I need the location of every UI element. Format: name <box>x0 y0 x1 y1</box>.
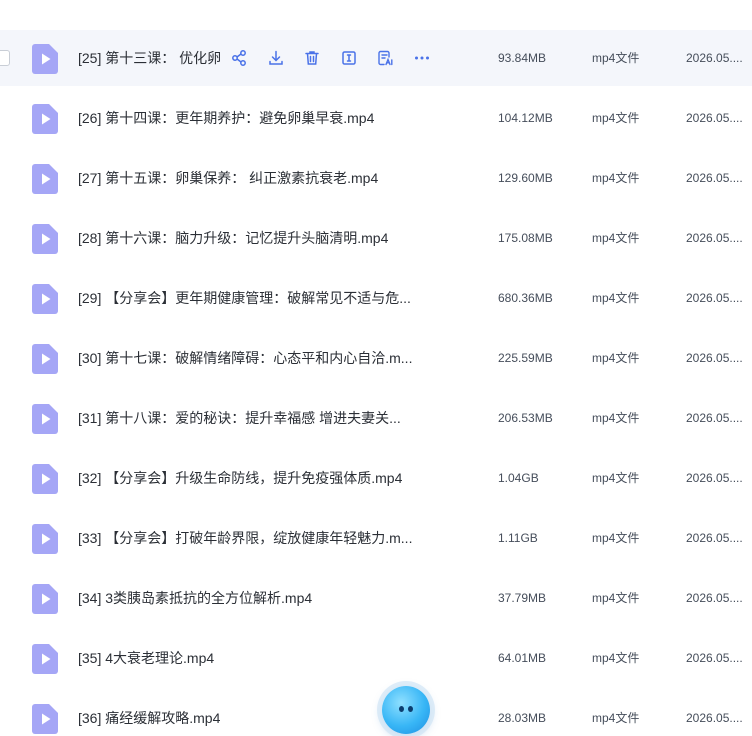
mascot-left-eye-icon <box>399 706 404 712</box>
file-type: mp4文件 <box>592 591 640 605</box>
file-type: mp4文件 <box>592 111 640 125</box>
file-row[interactable]: [25] 第十三课： 优化卵 93.84MB mp4文件 2026.05.... <box>0 30 752 86</box>
file-date: 2026.05.... <box>686 591 743 605</box>
file-row[interactable]: [29] 【分享会】更年期健康管理：破解常见不适与危... 680.36MB m… <box>0 270 752 326</box>
file-type: mp4文件 <box>592 351 640 365</box>
delete-icon[interactable] <box>303 49 321 67</box>
file-size: 37.79MB <box>498 591 547 605</box>
file-date: 2026.05.... <box>686 291 743 305</box>
file-type: mp4文件 <box>592 51 640 65</box>
video-file-icon <box>32 404 58 434</box>
file-row[interactable]: [30] 第十七课：破解情绪障碍：心态平和内心自洽.m... 225.59MB … <box>0 330 752 386</box>
file-size: 64.01MB <box>498 651 547 665</box>
row-checkbox[interactable] <box>0 50 10 66</box>
ai-summary-icon[interactable] <box>376 49 394 67</box>
file-row[interactable]: [33] 【分享会】打破年龄界限，绽放健康年轻魅力.m... 1.11GB mp… <box>0 510 752 566</box>
file-name[interactable]: [34] 3类胰岛素抵抗的全方位解析.mp4 <box>78 588 312 608</box>
file-size: 28.03MB <box>498 711 547 725</box>
file-list: [25] 第十三课： 优化卵 93.84MB mp4文件 2026.05....… <box>0 0 752 736</box>
file-name[interactable]: [26] 第十四课：更年期养护：避免卵巢早衰.mp4 <box>78 108 374 128</box>
file-size: 129.60MB <box>498 171 553 185</box>
file-type: mp4文件 <box>592 171 640 185</box>
video-file-icon <box>32 584 58 614</box>
file-type: mp4文件 <box>592 651 640 665</box>
file-size: 175.08MB <box>498 231 553 245</box>
download-icon[interactable] <box>267 49 285 67</box>
file-date: 2026.05.... <box>686 171 743 185</box>
video-file-icon <box>32 164 58 194</box>
file-name[interactable]: [31] 第十八课：爱的秘诀：提升幸福感 增进夫妻关... <box>78 408 401 428</box>
video-file-icon <box>32 644 58 674</box>
file-name[interactable]: [25] 第十三课： 优化卵 <box>78 48 221 68</box>
file-row[interactable]: [35] 4大衰老理论.mp4 64.01MB mp4文件 2026.05...… <box>0 630 752 686</box>
file-date: 2026.05.... <box>686 711 743 725</box>
file-date: 2026.05.... <box>686 351 743 365</box>
file-name[interactable]: [36] 痛经缓解攻略.mp4 <box>78 708 220 728</box>
file-size: 1.04GB <box>498 471 539 485</box>
video-file-icon <box>32 284 58 314</box>
file-type: mp4文件 <box>592 471 640 485</box>
file-row[interactable]: [27] 第十五课：卵巢保养： 纠正激素抗衰老.mp4 129.60MB mp4… <box>0 150 752 206</box>
file-row[interactable]: [31] 第十八课：爱的秘诀：提升幸福感 增进夫妻关... 206.53MB m… <box>0 390 752 446</box>
file-date: 2026.05.... <box>686 411 743 425</box>
assistant-mascot-button[interactable] <box>382 686 430 734</box>
video-file-icon <box>32 44 58 74</box>
file-type: mp4文件 <box>592 411 640 425</box>
video-file-icon <box>32 224 58 254</box>
file-name[interactable]: [30] 第十七课：破解情绪障碍：心态平和内心自洽.m... <box>78 348 412 368</box>
file-name[interactable]: [27] 第十五课：卵巢保养： 纠正激素抗衰老.mp4 <box>78 168 378 188</box>
file-name[interactable]: [35] 4大衰老理论.mp4 <box>78 648 214 668</box>
row-actions <box>230 46 449 70</box>
rename-icon[interactable] <box>340 49 358 67</box>
file-type: mp4文件 <box>592 711 640 725</box>
file-row[interactable]: [28] 第十六课：脑力升级：记忆提升头脑清明.mp4 175.08MB mp4… <box>0 210 752 266</box>
file-size: 206.53MB <box>498 411 553 425</box>
mascot-right-eye-icon <box>408 706 413 712</box>
file-size: 680.36MB <box>498 291 553 305</box>
file-size: 93.84MB <box>498 51 547 65</box>
file-row[interactable]: [34] 3类胰岛素抵抗的全方位解析.mp4 37.79MB mp4文件 202… <box>0 570 752 626</box>
file-type: mp4文件 <box>592 531 640 545</box>
file-name[interactable]: [32] 【分享会】升级生命防线，提升免疫强体质.mp4 <box>78 468 402 488</box>
video-file-icon <box>32 524 58 554</box>
file-size: 104.12MB <box>498 111 553 125</box>
file-date: 2026.05.... <box>686 231 743 245</box>
file-name[interactable]: [29] 【分享会】更年期健康管理：破解常见不适与危... <box>78 288 411 308</box>
file-name[interactable]: [28] 第十六课：脑力升级：记忆提升头脑清明.mp4 <box>78 228 388 248</box>
file-name[interactable]: [33] 【分享会】打破年龄界限，绽放健康年轻魅力.m... <box>78 528 412 548</box>
file-size: 1.11GB <box>498 531 538 545</box>
file-date: 2026.05.... <box>686 111 743 125</box>
file-type: mp4文件 <box>592 291 640 305</box>
file-size: 225.59MB <box>498 351 553 365</box>
file-date: 2026.05.... <box>686 471 743 485</box>
file-date: 2026.05.... <box>686 651 743 665</box>
video-file-icon <box>32 104 58 134</box>
file-row[interactable]: [32] 【分享会】升级生命防线，提升免疫强体质.mp4 1.04GB mp4文… <box>0 450 752 506</box>
video-file-icon <box>32 344 58 374</box>
more-icon[interactable] <box>413 49 431 67</box>
video-file-icon <box>32 704 58 734</box>
share-icon[interactable] <box>230 49 248 67</box>
file-row[interactable]: [36] 痛经缓解攻略.mp4 28.03MB mp4文件 2026.05...… <box>0 690 752 736</box>
file-date: 2026.05.... <box>686 51 743 65</box>
file-row[interactable]: [26] 第十四课：更年期养护：避免卵巢早衰.mp4 104.12MB mp4文… <box>0 90 752 146</box>
file-type: mp4文件 <box>592 231 640 245</box>
file-date: 2026.05.... <box>686 531 743 545</box>
video-file-icon <box>32 464 58 494</box>
